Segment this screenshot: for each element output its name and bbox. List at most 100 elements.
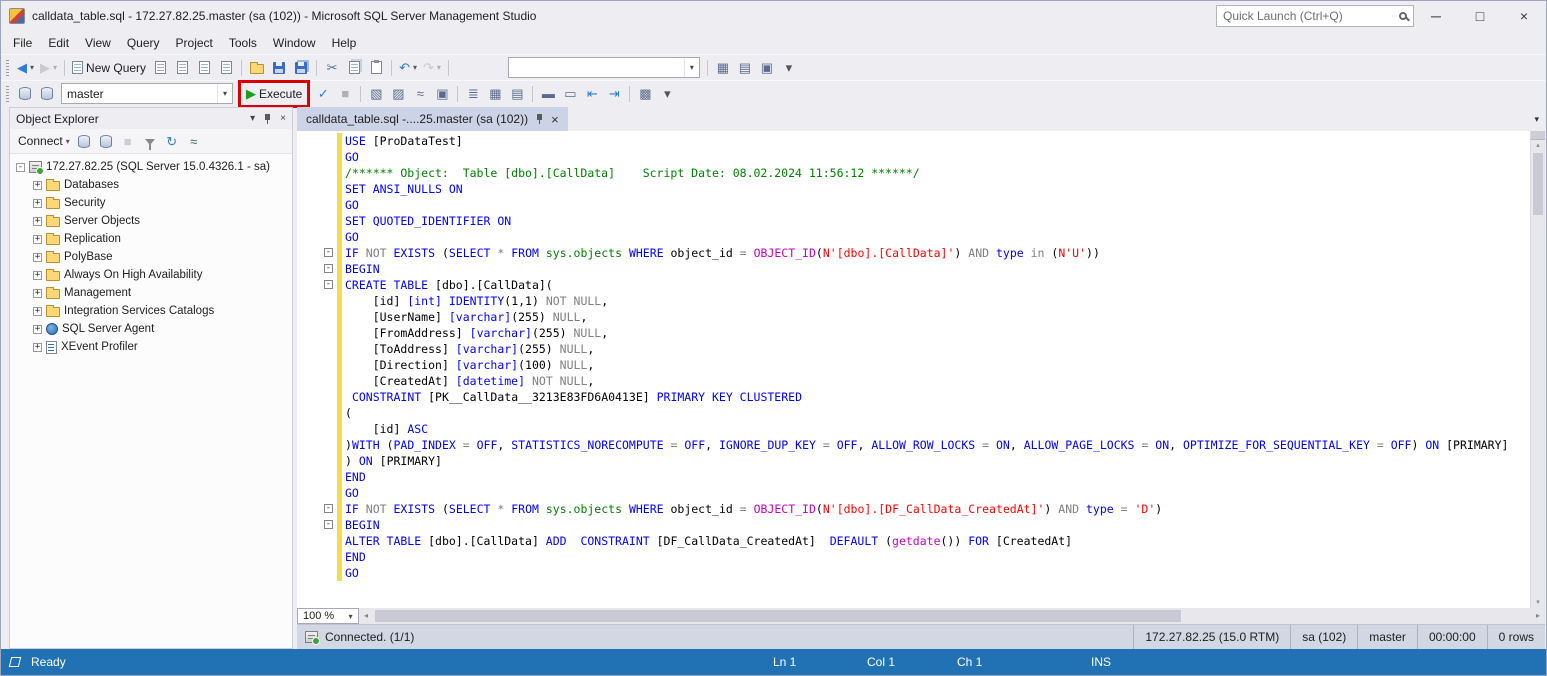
code-line[interactable]: CONSTRAINT [PK__CallData__3213E83FD6A041… bbox=[345, 389, 1529, 405]
vertical-scrollbar[interactable]: ▴ ▾ bbox=[1530, 131, 1545, 608]
menu-tools[interactable]: Tools bbox=[221, 33, 265, 53]
undo-button[interactable]: ↶ ▾ bbox=[396, 57, 420, 79]
open-file-button[interactable] bbox=[246, 57, 268, 79]
window-position-icon[interactable]: ▾ bbox=[250, 113, 255, 124]
expand-icon[interactable]: + bbox=[33, 234, 42, 244]
tree-item-server-objects[interactable]: + Server Objects bbox=[10, 212, 292, 230]
properties-window-button[interactable]: ▣ bbox=[756, 57, 778, 79]
menu-query[interactable]: Query bbox=[119, 33, 168, 53]
tree-item-security[interactable]: + Security bbox=[10, 194, 292, 212]
code-area[interactable]: USE [ProDataTest] GO/****** Object: Table… bbox=[297, 133, 1529, 608]
change-connection-button[interactable] bbox=[36, 83, 58, 105]
document-list-dropdown-icon[interactable]: ▾ bbox=[1534, 114, 1539, 125]
registered-servers-button[interactable]: ▦ bbox=[712, 57, 734, 79]
dropdown-arrow-icon[interactable]: ▾ bbox=[343, 609, 358, 623]
live-query-statistics-button[interactable]: ≈ bbox=[409, 83, 431, 105]
code-line[interactable]: USE [ProDataTest] bbox=[345, 133, 1529, 149]
results-to-file-button[interactable]: ▤ bbox=[506, 83, 528, 105]
code-line[interactable]: [id] [int] IDENTITY(1,1) NOT NULL, bbox=[345, 293, 1529, 309]
scrollbar-thumb[interactable] bbox=[1533, 153, 1543, 215]
code-line[interactable]: [CreatedAt] [datetime] NOT NULL, bbox=[345, 373, 1529, 389]
code-line[interactable]: GO bbox=[345, 565, 1529, 581]
menu-project[interactable]: Project bbox=[168, 33, 221, 53]
maximize-button[interactable]: □ bbox=[1458, 1, 1502, 31]
scrollbar-thumb[interactable] bbox=[375, 610, 1182, 622]
paste-button[interactable] bbox=[365, 57, 387, 79]
available-databases-combo[interactable]: master ▾ bbox=[61, 83, 233, 104]
toolbar-options-button[interactable]: ▾ bbox=[656, 83, 678, 105]
scroll-down-icon[interactable]: ▾ bbox=[1531, 597, 1545, 608]
pin-icon[interactable] bbox=[263, 113, 272, 125]
save-all-button[interactable] bbox=[290, 57, 312, 79]
collapse-icon[interactable]: - bbox=[16, 162, 25, 172]
code-line[interactable]: ) ON [PRIMARY] bbox=[345, 453, 1529, 469]
fold-collapse-icon[interactable] bbox=[324, 504, 333, 513]
document-tab[interactable]: calldata_table.sql -....25.master (sa (1… bbox=[297, 107, 568, 131]
fold-collapse-icon[interactable] bbox=[324, 248, 333, 257]
code-line[interactable]: SET QUOTED_IDENTIFIER ON bbox=[345, 213, 1529, 229]
expand-icon[interactable]: + bbox=[33, 252, 42, 262]
navigate-backward-button[interactable]: ◀ ▾ bbox=[14, 57, 37, 79]
dropdown-arrow-icon[interactable]: ▾ bbox=[413, 63, 417, 72]
expand-icon[interactable]: + bbox=[33, 288, 42, 298]
code-line[interactable]: BEGIN bbox=[324, 261, 1529, 277]
analysis-services-dmx-query-button[interactable] bbox=[193, 57, 215, 79]
expand-icon[interactable]: + bbox=[33, 216, 42, 226]
disconnect-button[interactable] bbox=[95, 130, 117, 152]
quick-launch-input[interactable]: Quick Launch (Ctrl+Q) bbox=[1216, 5, 1414, 27]
code-line[interactable]: [UserName] [varchar](255) NULL, bbox=[345, 309, 1529, 325]
tree-item-172-27-82-25-sql-server-15-0-4326-1-sa[interactable]: - 172.27.82.25 (SQL Server 15.0.4326.1 - … bbox=[10, 158, 292, 176]
fold-collapse-icon[interactable] bbox=[324, 264, 333, 273]
close-icon[interactable]: × bbox=[280, 113, 286, 124]
code-line[interactable]: IF NOT EXISTS (SELECT * FROM sys.objects… bbox=[324, 501, 1529, 517]
splitter-handle[interactable] bbox=[1531, 131, 1545, 140]
connect-dropdown[interactable]: Connect ▾ bbox=[15, 130, 73, 152]
include-actual-plan-button[interactable]: ▨ bbox=[387, 83, 409, 105]
connect-object-explorer-button[interactable] bbox=[73, 130, 95, 152]
filter-button[interactable] bbox=[139, 130, 161, 152]
activity-monitor-button[interactable]: ≈ bbox=[183, 130, 205, 152]
expand-icon[interactable]: + bbox=[33, 198, 42, 208]
find-combo[interactable]: ▾ bbox=[507, 57, 700, 78]
object-explorer-header[interactable]: Object Explorer ▾ × bbox=[10, 108, 292, 129]
comment-selection-button[interactable]: ▬ bbox=[537, 83, 559, 105]
tree-item-management[interactable]: + Management bbox=[10, 284, 292, 302]
expand-icon[interactable]: + bbox=[33, 270, 42, 280]
horizontal-scrollbar[interactable]: ◂ ▸ bbox=[359, 608, 1545, 624]
dropdown-arrow-icon[interactable]: ▾ bbox=[217, 84, 232, 103]
code-line[interactable]: IF NOT EXISTS (SELECT * FROM sys.objects… bbox=[324, 245, 1529, 261]
minimize-button[interactable]: ─ bbox=[1414, 1, 1458, 31]
code-line[interactable]: GO bbox=[345, 149, 1529, 165]
decrease-indent-button[interactable]: ⇤ bbox=[581, 83, 603, 105]
code-editor[interactable]: USE [ProDataTest] GO/****** Object: Table… bbox=[297, 131, 1545, 608]
menu-view[interactable]: View bbox=[77, 33, 119, 53]
code-line[interactable]: GO bbox=[345, 197, 1529, 213]
expand-icon[interactable]: + bbox=[33, 306, 42, 316]
analysis-services-mdx-query-button[interactable] bbox=[171, 57, 193, 79]
database-engine-query-button[interactable] bbox=[149, 57, 171, 79]
fold-collapse-icon[interactable] bbox=[324, 280, 333, 289]
close-icon[interactable]: × bbox=[551, 112, 559, 127]
tree-item-sql-server-agent[interactable]: + SQL Server Agent bbox=[10, 320, 292, 338]
execute-button[interactable]: ▶ Execute bbox=[243, 83, 305, 105]
tree-item-integration-services-catalogs[interactable]: + Integration Services Catalogs bbox=[10, 302, 292, 320]
code-line[interactable]: END bbox=[345, 549, 1529, 565]
code-line[interactable]: GO bbox=[345, 485, 1529, 501]
copy-button[interactable] bbox=[343, 57, 365, 79]
query-options-button[interactable]: ▣ bbox=[431, 83, 453, 105]
template-explorer-button[interactable]: ▤ bbox=[734, 57, 756, 79]
results-to-grid-button[interactable]: ▦ bbox=[484, 83, 506, 105]
code-line[interactable]: [FromAddress] [varchar](255) NULL, bbox=[345, 325, 1529, 341]
code-line[interactable]: CREATE TABLE [dbo].[CallData]( bbox=[324, 277, 1529, 293]
tree-item-polybase[interactable]: + PolyBase bbox=[10, 248, 292, 266]
dropdown-arrow-icon[interactable]: ▾ bbox=[66, 137, 70, 146]
tree-item-xevent-profiler[interactable]: + XEvent Profiler bbox=[10, 338, 292, 356]
dropdown-arrow-icon[interactable]: ▾ bbox=[53, 63, 57, 72]
sqlcmd-mode-button[interactable]: ▩ bbox=[634, 83, 656, 105]
refresh-button[interactable]: ↻ bbox=[161, 130, 183, 152]
parse-button[interactable]: ✓ bbox=[312, 83, 334, 105]
code-line[interactable]: END bbox=[345, 469, 1529, 485]
toolbar-options-button[interactable]: ▾ bbox=[778, 57, 800, 79]
expand-icon[interactable]: + bbox=[33, 180, 42, 190]
code-line[interactable]: SET ANSI_NULLS ON bbox=[345, 181, 1529, 197]
